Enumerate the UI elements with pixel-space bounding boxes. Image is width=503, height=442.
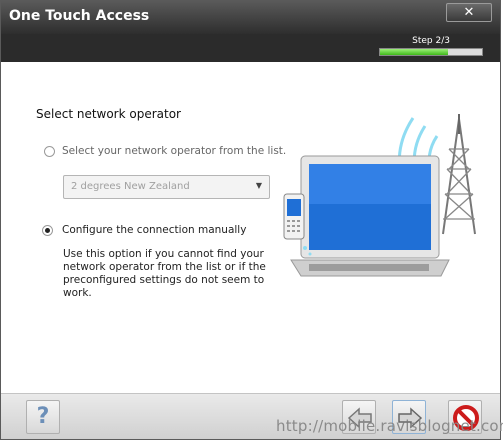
wizard-window: One Touch Access ✕ Step 2/3 Select netwo… [0, 0, 501, 440]
step-progress-bar [379, 48, 483, 56]
help-button[interactable]: ? [26, 400, 60, 434]
help-icon: ? [36, 404, 50, 429]
close-button[interactable]: ✕ [446, 3, 492, 22]
radio-select-from-list[interactable] [44, 146, 55, 157]
title-bar: One Touch Access ✕ [1, 1, 500, 34]
laptop-phone-tower-illustration [283, 114, 476, 277]
radio-select-from-list-label: Select your network operator from the li… [62, 145, 287, 157]
radio-configure-manually[interactable] [42, 225, 53, 236]
operator-dropdown[interactable]: 2 degrees New Zealand ▼ [63, 175, 270, 199]
radio-configure-manually-label: Configure the connection manually [62, 224, 247, 236]
window-title: One Touch Access [9, 8, 150, 24]
manual-option-description: Use this option if you cannot find your … [63, 248, 266, 299]
page-heading: Select network operator [36, 107, 181, 121]
chevron-down-icon: ▼ [255, 181, 262, 190]
watermark-url: http://mobile.ravisblognet.com [276, 417, 503, 435]
signal-tower-icon [442, 114, 476, 235]
laptop-icon [290, 155, 450, 277]
progress-fill [380, 49, 448, 55]
close-icon: ✕ [463, 5, 475, 20]
step-indicator: Step 2/3 [412, 36, 450, 46]
main-content: Select network operator Select your netw… [1, 62, 500, 393]
operator-dropdown-value: 2 degrees New Zealand [71, 181, 190, 192]
step-bar: Step 2/3 [1, 34, 500, 62]
